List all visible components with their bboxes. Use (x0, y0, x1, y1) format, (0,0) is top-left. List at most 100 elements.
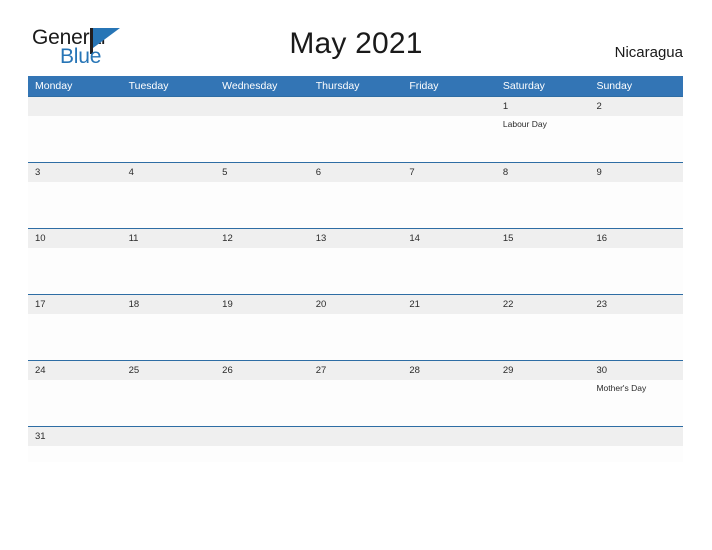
day-cell[interactable] (402, 427, 496, 446)
week-event-strip (28, 182, 683, 228)
day-cell[interactable]: 20 (309, 295, 403, 314)
day-cell[interactable]: 26 (215, 361, 309, 380)
event-cell[interactable] (215, 380, 309, 426)
week-event-strip: Mother's Day (28, 380, 683, 426)
event-cell[interactable] (28, 116, 122, 162)
event-cell[interactable] (215, 182, 309, 228)
day-cell[interactable] (309, 427, 403, 446)
event-cell[interactable] (122, 314, 216, 360)
week-date-strip: 24 25 26 27 28 29 30 (28, 361, 683, 380)
day-cell[interactable] (589, 427, 683, 446)
week-date-strip: 10 11 12 13 14 15 16 (28, 229, 683, 248)
event-cell[interactable] (215, 446, 309, 462)
day-cell[interactable]: 14 (402, 229, 496, 248)
week-row: 31 (28, 426, 683, 462)
day-cell[interactable]: 28 (402, 361, 496, 380)
event-cell[interactable] (309, 248, 403, 294)
day-cell[interactable]: 10 (28, 229, 122, 248)
event-cell[interactable] (215, 116, 309, 162)
day-cell[interactable]: 4 (122, 163, 216, 182)
day-cell[interactable]: 23 (589, 295, 683, 314)
event-cell[interactable] (496, 314, 590, 360)
event-cell[interactable] (122, 446, 216, 462)
event-cell[interactable] (122, 248, 216, 294)
day-cell[interactable]: 21 (402, 295, 496, 314)
event-cell[interactable] (402, 446, 496, 462)
day-cell[interactable]: 11 (122, 229, 216, 248)
event-cell[interactable] (496, 248, 590, 294)
day-cell[interactable]: 3 (28, 163, 122, 182)
event-cell[interactable] (122, 380, 216, 426)
day-cell[interactable]: 22 (496, 295, 590, 314)
weekday-wednesday: Wednesday (222, 80, 278, 92)
day-cell[interactable]: 18 (122, 295, 216, 314)
day-cell[interactable]: 31 (28, 427, 122, 446)
day-cell[interactable] (496, 427, 590, 446)
day-cell[interactable]: 24 (28, 361, 122, 380)
event-cell[interactable] (589, 446, 683, 462)
day-cell[interactable]: 2 (589, 97, 683, 116)
day-cell[interactable] (215, 427, 309, 446)
week-event-strip (28, 248, 683, 294)
day-cell[interactable] (122, 97, 216, 116)
event-cell[interactable] (589, 116, 683, 162)
day-cell[interactable]: 6 (309, 163, 403, 182)
weekday-header-row: Monday Tuesday Wednesday Thursday Friday… (28, 76, 683, 96)
event-cell[interactable] (402, 182, 496, 228)
event-cell[interactable] (589, 314, 683, 360)
weekday-sunday: Sunday (596, 80, 633, 92)
event-cell[interactable] (309, 380, 403, 426)
day-cell[interactable]: 16 (589, 229, 683, 248)
day-cell[interactable]: 8 (496, 163, 590, 182)
day-cell[interactable]: 15 (496, 229, 590, 248)
day-cell[interactable]: 1 (496, 97, 590, 116)
event-cell[interactable] (28, 380, 122, 426)
day-cell[interactable]: 27 (309, 361, 403, 380)
day-cell[interactable]: 7 (402, 163, 496, 182)
event-cell[interactable] (402, 116, 496, 162)
event-cell[interactable] (402, 380, 496, 426)
event-cell[interactable] (122, 182, 216, 228)
event-cell[interactable] (309, 446, 403, 462)
day-cell[interactable]: 13 (309, 229, 403, 248)
week-date-strip: 31 (28, 427, 683, 446)
event-cell[interactable] (309, 182, 403, 228)
event-cell[interactable] (402, 314, 496, 360)
event-cell[interactable] (28, 446, 122, 462)
weekday-tuesday: Tuesday (128, 80, 169, 92)
weekday-saturday: Saturday (502, 80, 545, 92)
weekday-monday: Monday (35, 80, 73, 92)
week-event-strip (28, 314, 683, 360)
event-cell[interactable] (589, 248, 683, 294)
day-cell[interactable]: 30 (589, 361, 683, 380)
event-cell[interactable] (496, 380, 590, 426)
day-cell[interactable] (215, 97, 309, 116)
event-cell[interactable] (122, 116, 216, 162)
day-cell[interactable] (309, 97, 403, 116)
day-cell[interactable]: 17 (28, 295, 122, 314)
event-cell[interactable] (309, 314, 403, 360)
event-cell[interactable] (402, 248, 496, 294)
day-cell[interactable]: 9 (589, 163, 683, 182)
event-cell[interactable]: Mother's Day (589, 380, 683, 426)
week-date-strip: 3 4 5 6 7 8 9 (28, 163, 683, 182)
event-cell[interactable] (589, 182, 683, 228)
day-cell[interactable]: 12 (215, 229, 309, 248)
day-cell[interactable]: 25 (122, 361, 216, 380)
event-cell[interactable] (215, 248, 309, 294)
event-cell[interactable] (28, 314, 122, 360)
event-cell[interactable]: Labour Day (496, 116, 590, 162)
event-cell[interactable] (496, 446, 590, 462)
event-cell[interactable] (309, 116, 403, 162)
day-cell[interactable]: 5 (215, 163, 309, 182)
day-cell[interactable] (122, 427, 216, 446)
day-cell[interactable]: 29 (496, 361, 590, 380)
calendar-page: General Blue May 2021 Nicaragua Monday T… (0, 0, 712, 550)
event-cell[interactable] (28, 248, 122, 294)
day-cell[interactable]: 19 (215, 295, 309, 314)
day-cell[interactable] (28, 97, 122, 116)
day-cell[interactable] (402, 97, 496, 116)
event-cell[interactable] (28, 182, 122, 228)
event-cell[interactable] (215, 314, 309, 360)
event-cell[interactable] (496, 182, 590, 228)
